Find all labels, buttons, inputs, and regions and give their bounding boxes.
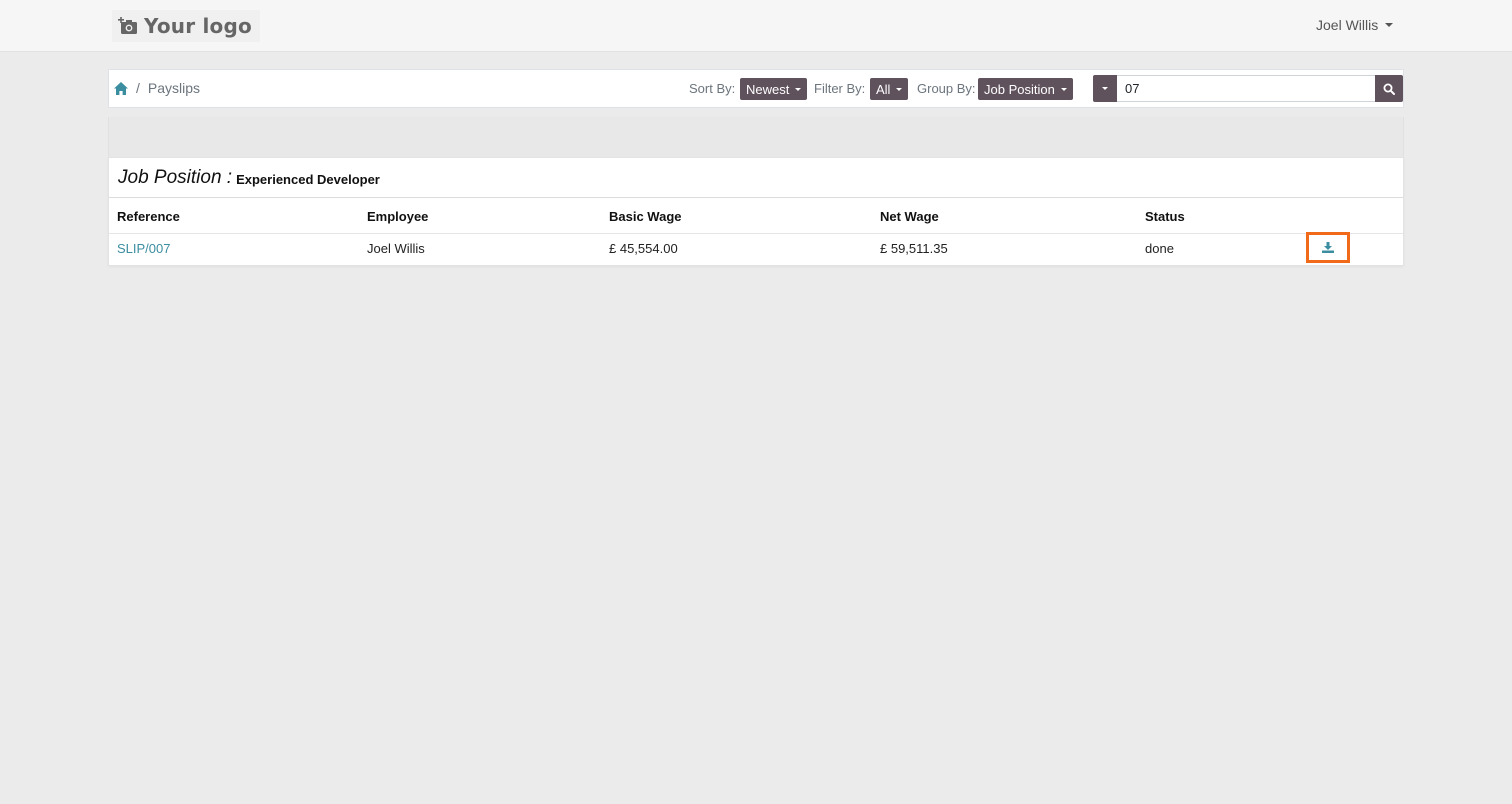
column-header-reference[interactable]: Reference [117, 209, 180, 224]
payslip-net-wage: £ 59,511.35 [880, 241, 948, 256]
payslip-employee: Joel Willis [367, 241, 425, 256]
search-button[interactable] [1375, 75, 1403, 102]
column-header-net-wage[interactable]: Net Wage [880, 209, 939, 224]
caret-down-icon [1102, 87, 1108, 90]
group-by-value: Job Position [984, 81, 1055, 97]
group-by-dropdown[interactable]: Job Position [978, 78, 1073, 100]
filter-by-label: Filter By: [814, 81, 866, 96]
portal-controls-bar: / Payslips Sort By: Newest Filter By: Al… [108, 69, 1404, 108]
payslip-group-table: Job Position : Experienced Developer Ref… [108, 157, 1404, 266]
group-by-label: Group By: [917, 81, 976, 96]
caret-down-icon [896, 87, 903, 91]
breadcrumb-separator: / [136, 80, 140, 96]
caret-down-icon [1060, 87, 1067, 91]
sort-by-dropdown[interactable]: Newest [740, 78, 808, 100]
camera-plus-icon [118, 17, 137, 34]
column-header-employee[interactable]: Employee [367, 209, 428, 224]
group-header: Job Position : Experienced Developer [109, 158, 1403, 198]
table-top-band [108, 117, 1404, 157]
search-options-button[interactable] [1093, 75, 1117, 102]
chevron-down-icon [1385, 23, 1394, 27]
company-logo[interactable]: Your logo [112, 10, 260, 42]
top-navbar: Your logo Joel Willis [0, 0, 1512, 52]
group-label: Job Position : [118, 166, 233, 188]
column-header-basic-wage[interactable]: Basic Wage [609, 209, 682, 224]
user-menu-dropdown[interactable]: Joel Willis [1316, 17, 1394, 33]
download-icon [1322, 242, 1334, 253]
download-payslip-button[interactable] [1306, 232, 1350, 263]
filter-by-value: All [876, 81, 891, 97]
user-name: Joel Willis [1316, 17, 1379, 33]
logo-text: Your logo [144, 14, 252, 38]
payslip-basic-wage: £ 45,554.00 [609, 241, 678, 256]
home-icon[interactable] [114, 81, 128, 95]
group-value: Experienced Developer [236, 171, 380, 187]
caret-down-icon [795, 87, 802, 91]
payslip-status: done [1145, 241, 1174, 256]
search-input[interactable] [1117, 75, 1375, 102]
filter-by-dropdown[interactable]: All [870, 78, 909, 100]
breadcrumb: / Payslips [114, 80, 200, 96]
column-header-status[interactable]: Status [1145, 209, 1185, 224]
sort-by-label: Sort By: [689, 81, 736, 96]
search-icon [1383, 83, 1395, 95]
breadcrumb-current: Payslips [147, 80, 201, 96]
sort-by-value: Newest [746, 81, 790, 97]
payslip-reference-link[interactable]: SLIP/007 [117, 241, 171, 256]
table-row-divider [109, 233, 1403, 234]
